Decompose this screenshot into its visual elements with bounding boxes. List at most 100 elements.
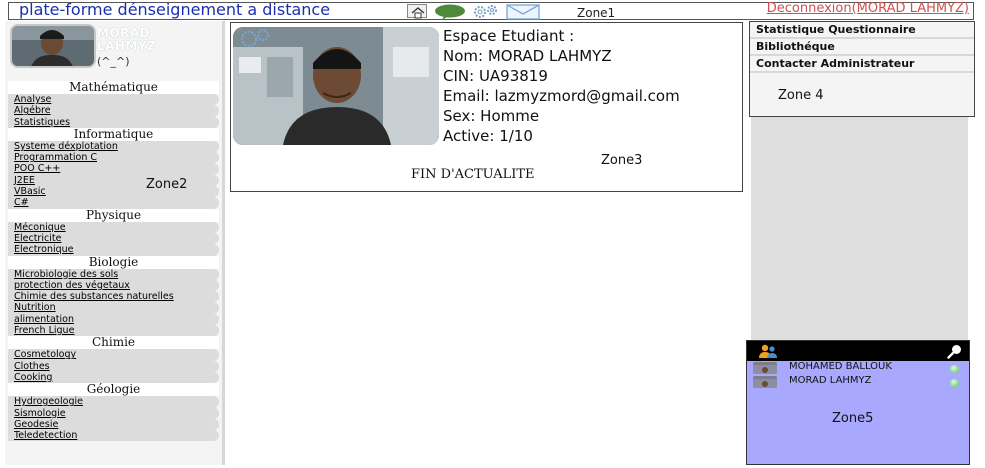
chat-header [747, 341, 969, 361]
course-link[interactable]: Hydrogeologie [14, 396, 83, 407]
users-icon[interactable] [757, 343, 779, 359]
online-status-icon [950, 379, 959, 387]
avatar[interactable] [10, 24, 96, 68]
left-sidebar: MORAD LAHMYZ (^_^) Mathématique Analyse Al… [5, 21, 225, 465]
student-heading: Espace Etudiant : [443, 27, 575, 45]
course-item: Geodesie [8, 418, 219, 431]
student-panel: Espace Etudiant : Nom: MORAD LAHMYZ CIN:… [230, 22, 743, 192]
course-item: Algébre [8, 105, 219, 117]
contact-name: MORAD LAHMYZ [789, 375, 872, 386]
course-link[interactable]: Cooking [14, 372, 52, 383]
contact-avatar [753, 362, 777, 374]
category-title: Chimie [8, 336, 219, 350]
course-link[interactable]: alimentation [14, 314, 74, 325]
course-item: Programmation C [8, 152, 219, 164]
end-of-news-label: FIN D'ACTUALITE [411, 167, 535, 182]
course-categories: Mathématique Analyse Algébre Statistiques In… [5, 81, 222, 442]
category-title: Physique [8, 208, 219, 222]
category-title: Informatique [8, 127, 219, 141]
course-link[interactable]: Chimie des substances naturelles [14, 291, 174, 302]
course-link[interactable]: VBasic [14, 186, 46, 197]
logout-link[interactable]: Deconnexion(MORAD LAHMYZ) [767, 1, 969, 16]
course-link[interactable]: French Ligue [14, 325, 74, 336]
course-link[interactable]: J2EE [14, 175, 35, 186]
student-photo [233, 27, 439, 145]
category-list: Cosmetology Clothes Cooking [5, 349, 222, 384]
course-item: alimentation [8, 313, 219, 326]
course-item: Microbiologie des sols [8, 268, 219, 280]
top-header: plate-forme dénseignement a distance Zon… [8, 0, 974, 20]
student-email: Email: lazmyzmord@gmail.com [443, 87, 680, 105]
course-item: Chimie des substances naturelles [8, 291, 219, 303]
profile-emote: (^_^) [97, 55, 130, 68]
course-item: Nutrition [8, 302, 219, 314]
course-link[interactable]: Electronique [14, 244, 74, 255]
chat-bubble-icon[interactable] [434, 4, 466, 20]
course-link[interactable]: protection des végetaux [14, 280, 130, 291]
course-item: Electronique [8, 244, 219, 256]
student-name: Nom: MORAD LAHMYZ [443, 47, 612, 65]
student-sex: Sex: Homme [443, 107, 540, 125]
profile-name: MORAD LAHMYZ [97, 27, 156, 53]
mail-icon[interactable] [506, 4, 540, 20]
course-item: Electricite [8, 232, 219, 245]
menu-item-contacter-administrateur[interactable]: Contacter Administrateur [750, 56, 974, 73]
zone3-label: Zone3 [601, 153, 643, 168]
course-item: Clothes [8, 360, 219, 372]
course-link[interactable]: Geodesie [14, 419, 58, 430]
course-link[interactable]: POO C++ [14, 163, 60, 174]
course-link[interactable]: Cosmetology [14, 349, 76, 360]
course-item: Cosmetology [8, 349, 219, 361]
chat-panel: MOHAMED BALLOUK MORAD LAHMYZ Zone5 [746, 340, 970, 465]
student-active: Active: 1/10 [443, 127, 533, 145]
right-menu: Statistique Questionnaire Bibliothéque C… [749, 21, 975, 117]
course-item: Analyse [8, 94, 219, 106]
course-link[interactable]: Programmation C [14, 152, 97, 163]
course-link[interactable]: Systeme déxplotation [14, 141, 118, 152]
menu-item-statistique-questionnaire[interactable]: Statistique Questionnaire [750, 22, 974, 39]
course-item: Systeme déxplotation [8, 140, 219, 153]
course-link[interactable]: Teledetection [14, 430, 77, 441]
course-item: Teledetection [8, 430, 219, 442]
course-item: Hydrogeologie [8, 396, 219, 408]
menu-item-bibliotheque[interactable]: Bibliothéque [750, 39, 974, 56]
category-list: Hydrogeologie Sismologie Geodesie Teledetec… [5, 396, 222, 442]
course-item: Sismologie [8, 407, 219, 419]
course-item: Méconique [8, 221, 219, 233]
category-title: Biologie [8, 255, 219, 269]
course-item: POO C++ [8, 163, 219, 175]
category-list: Analyse Algébre Statistiques [5, 94, 222, 128]
gears-icon[interactable] [471, 4, 501, 18]
category-title: Mathématique [8, 81, 219, 94]
course-link[interactable]: Nutrition [14, 302, 56, 313]
course-link[interactable]: Méconique [14, 222, 66, 233]
category-title: Géologie [8, 383, 219, 397]
category-list: Méconique Electricite Electronique [5, 221, 222, 256]
course-link[interactable]: Analyse [14, 94, 51, 105]
zone2-label: Zone2 [146, 177, 188, 192]
course-link[interactable]: Clothes [14, 361, 50, 372]
site-title[interactable]: plate-forme dénseignement a distance [19, 0, 330, 19]
search-icon[interactable] [947, 343, 963, 359]
course-link[interactable]: Algébre [14, 105, 51, 116]
online-status-icon [950, 365, 959, 373]
contact-row[interactable]: MOHAMED BALLOUK [747, 361, 969, 375]
contact-avatar [753, 376, 777, 388]
contact-row[interactable]: MORAD LAHMYZ [747, 375, 969, 389]
profile-card: MORAD LAHMYZ (^_^) [5, 21, 222, 81]
contact-name: MOHAMED BALLOUK [789, 361, 892, 372]
course-link[interactable]: C# [14, 197, 29, 208]
zone4-label: Zone 4 [778, 88, 824, 103]
course-item: protection des végetaux [8, 279, 219, 292]
student-info: Espace Etudiant : Nom: MORAD LAHMYZ CIN:… [443, 26, 680, 146]
home-icon[interactable] [407, 4, 427, 19]
course-link[interactable]: Microbiologie des sols [14, 269, 118, 280]
student-cin: CIN: UA93819 [443, 67, 548, 85]
zone5-label: Zone5 [832, 411, 874, 426]
course-link[interactable]: Electricite [14, 233, 61, 244]
right-menu-list: Statistique Questionnaire Bibliothéque C… [750, 22, 974, 73]
course-link[interactable]: Sismologie [14, 408, 66, 419]
zone1-label: Zone1 [577, 6, 616, 20]
category-list: Microbiologie des sols protection des vég… [5, 268, 222, 337]
course-link[interactable]: Statistiques [14, 117, 70, 128]
